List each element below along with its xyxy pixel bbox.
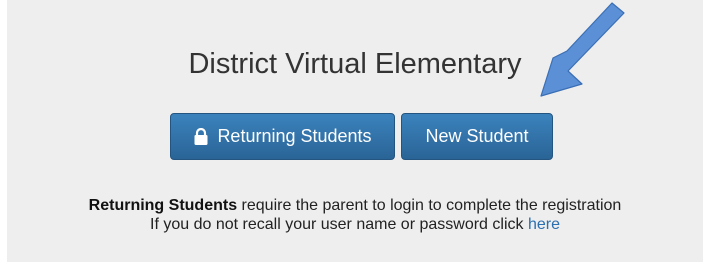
new-student-button[interactable]: New Student: [401, 113, 553, 160]
returning-students-label: Returning Students: [217, 126, 372, 146]
info-line-2: If you do not recall your user name or p…: [7, 215, 703, 234]
registration-panel: District Virtual Elementary Returning St…: [7, 0, 703, 262]
lock-icon: [193, 127, 209, 145]
info-line-1: Returning Students require the parent to…: [7, 196, 703, 215]
new-student-label: New Student: [425, 126, 529, 146]
page-title: District Virtual Elementary: [188, 48, 522, 80]
registration-info: Returning Students require the parent to…: [7, 196, 703, 234]
info-line-2-text: If you do not recall your user name or p…: [150, 216, 528, 233]
info-bold-text: Returning Students: [88, 197, 238, 214]
returning-students-button[interactable]: Returning Students: [170, 113, 395, 160]
info-line-1-text: require the parent to login to complete …: [237, 197, 622, 214]
recover-credentials-link[interactable]: here: [528, 216, 560, 233]
